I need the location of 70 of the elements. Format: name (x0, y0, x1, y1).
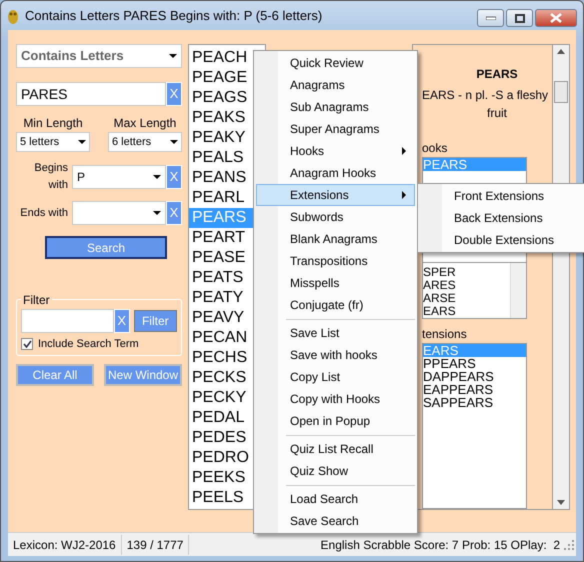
menu-item[interactable]: Super Anagrams (256, 118, 415, 140)
menu-item[interactable]: Hooks (256, 140, 415, 162)
minimize-button[interactable] (477, 9, 504, 27)
caret-icon (170, 140, 178, 144)
menu-item[interactable]: Copy List (256, 366, 415, 388)
list-item[interactable]: SPER (423, 266, 510, 280)
minimize-icon (486, 16, 496, 20)
close-icon (550, 13, 562, 23)
caret-icon (153, 174, 161, 178)
scroll-up-icon[interactable] (557, 49, 565, 54)
submenu-arrow-icon (402, 191, 406, 199)
menu-item[interactable]: Conjugate (fr) (256, 294, 415, 316)
checkbox-label: Include Search Term (38, 337, 139, 352)
menu-item[interactable]: Load Search (256, 488, 415, 510)
menu-item[interactable]: Blank Anagrams (256, 228, 415, 250)
caret-icon (169, 54, 177, 58)
status-text: English Scrabble Score: 7 Prob: 15 OPlay: 2 (320, 536, 561, 554)
submenu-arrow-icon (402, 147, 406, 155)
caret-icon (78, 140, 86, 144)
maximize-button[interactable] (506, 9, 533, 27)
status-text: 139 / 1777 (122, 534, 190, 554)
field-label: Max Length (114, 115, 176, 132)
checkbox[interactable] (21, 338, 33, 350)
menu-item[interactable]: Front Extensions (420, 185, 584, 207)
menu-item[interactable]: Save List (256, 322, 415, 344)
menu-item[interactable]: Save with hooks (256, 344, 415, 366)
search-type-dropdown[interactable]: Contains Letters (16, 44, 182, 68)
menu-item[interactable]: Sub Anagrams (256, 96, 415, 118)
list-item[interactable]: SAPPEARS (423, 396, 526, 410)
scroll-thumb[interactable] (554, 81, 568, 103)
window-title: Contains Letters PARES Begins with: P (5-6 letters) (25, 6, 322, 25)
combo-field[interactable] (72, 201, 166, 225)
list-item[interactable]: ARES (423, 279, 510, 292)
combo-field[interactable]: P (72, 164, 166, 188)
caret-icon (153, 211, 161, 215)
close-button[interactable] (535, 9, 577, 27)
length-dropdown[interactable]: 6 letters (108, 132, 182, 152)
definition-text: EARS - n pl. -S a fleshy (422, 87, 550, 104)
scroll-down-icon[interactable] (557, 500, 565, 505)
list-item[interactable]: DAPPEARS (423, 370, 526, 384)
menu-item[interactable]: Back Extensions (420, 207, 584, 229)
resize-grip-icon[interactable] (564, 540, 574, 550)
menu-item[interactable]: Anagram Hooks (256, 162, 415, 184)
length-dropdown[interactable]: 5 letters (16, 132, 90, 152)
menu-item[interactable]: Extensions (256, 184, 415, 206)
menu-item[interactable]: Copy with Hooks (256, 388, 415, 410)
list-item[interactable]: PPEARS (423, 357, 526, 370)
list-item[interactable]: ARSE (423, 292, 510, 306)
menu-item[interactable]: Open in Popup (256, 410, 415, 432)
menu-item[interactable]: Transpositions (256, 250, 415, 272)
list-item[interactable]: EAPPEARS (423, 383, 526, 396)
menu-item[interactable]: Misspells (256, 272, 415, 294)
menu-item[interactable]: Save Search (256, 510, 415, 532)
menu-item[interactable]: Anagrams (256, 74, 415, 96)
field-label: Ends with (19, 206, 69, 221)
list-item[interactable]: EARS (423, 305, 510, 318)
status-text: Lexicon: WJ2-2016 (8, 534, 122, 554)
menu-item[interactable]: Double Extensions (420, 229, 584, 251)
field-label: Min Length (23, 115, 83, 132)
definition-text: fruit (486, 105, 508, 122)
menu-item[interactable]: Quiz Show (256, 460, 415, 482)
list-label: ooks (422, 140, 448, 157)
maximize-icon (514, 14, 524, 22)
word-title: PEARS (475, 66, 519, 83)
field-label: Begins with (33, 161, 69, 192)
list-label: tensions (422, 326, 468, 344)
letters-field[interactable]: PARES (16, 82, 166, 106)
filter-field[interactable] (21, 309, 114, 333)
menu-item[interactable]: Quick Review (256, 52, 415, 74)
menu-item[interactable]: Quiz List Recall (256, 438, 415, 460)
